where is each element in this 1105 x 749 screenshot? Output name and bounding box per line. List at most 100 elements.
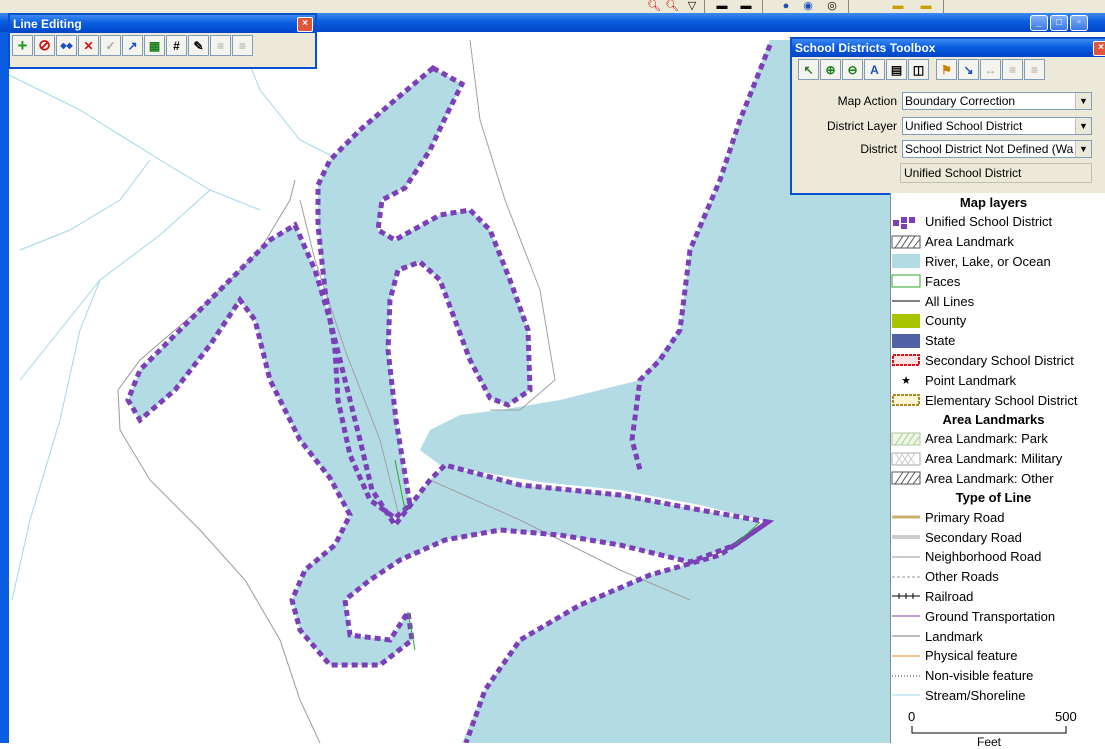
- legend-label: Area Landmark: Park: [925, 431, 1048, 447]
- secondary-road-swatch: [891, 530, 921, 544]
- other-landmark-swatch: [891, 471, 921, 485]
- legend-label: Elementary School District: [925, 392, 1078, 408]
- legend-label: Physical feature: [925, 648, 1018, 664]
- district-value: School District Not Defined (Wa: [905, 142, 1074, 156]
- legend-item: Railroad: [891, 587, 1105, 607]
- legend-item: ★ Point Landmark: [891, 370, 1105, 390]
- ground-transport-swatch: [891, 609, 921, 623]
- legend-heading-area: Area Landmarks: [942, 411, 1045, 427]
- scale-end: 500: [1055, 709, 1077, 725]
- physical-feature-swatch: [891, 649, 921, 663]
- legend-label: Area Landmark: [925, 234, 1014, 250]
- more-tools-2-icon[interactable]: ≡: [1024, 59, 1045, 80]
- line-info-icon[interactable]: ↗: [122, 35, 143, 56]
- map-action-select[interactable]: Boundary Correction ▼: [902, 92, 1092, 110]
- legend-label: Area Landmark: Military: [925, 451, 1063, 467]
- neighborhood-road-swatch: [891, 550, 921, 564]
- legend-label: Non-visible feature: [925, 668, 1034, 684]
- map-window-frame: [0, 32, 9, 743]
- legend-label: Other Roads: [925, 569, 999, 585]
- other-roads-swatch: [891, 570, 921, 584]
- chevron-down-icon[interactable]: ▼: [1075, 141, 1091, 157]
- attribute-table-icon[interactable]: ▦: [144, 35, 165, 56]
- legend-label: River, Lake, or Ocean: [925, 253, 1051, 269]
- legend-label: Secondary School District: [925, 352, 1074, 368]
- county-swatch: [891, 313, 921, 328]
- flag-icon[interactable]: ⚑: [936, 59, 957, 80]
- district-select[interactable]: School District Not Defined (Wa ▼: [902, 140, 1092, 158]
- legend-item: Faces: [891, 271, 1105, 291]
- numbering-icon[interactable]: #: [166, 35, 187, 56]
- district-layer-select[interactable]: Unified School District ▼: [902, 117, 1092, 135]
- edit-vertex-icon[interactable]: ✎: [188, 35, 209, 56]
- park-swatch: [891, 432, 921, 446]
- district-layer-label: District Layer: [826, 119, 897, 133]
- chevron-down-icon[interactable]: ▼: [1075, 93, 1091, 109]
- report-icon[interactable]: ▤: [886, 59, 907, 80]
- pointer-icon[interactable]: ↘: [958, 59, 979, 80]
- scale-line: [911, 726, 1067, 734]
- legend-item: Secondary Road: [891, 527, 1105, 547]
- district-layer-row: District Layer: [796, 116, 901, 136]
- legend-item: River, Lake, or Ocean: [891, 252, 1105, 272]
- legend-label: Secondary Road: [925, 529, 1022, 545]
- legend-item: Area Landmark: Park: [891, 429, 1105, 449]
- close-icon[interactable]: ×: [297, 17, 313, 32]
- delete-icon[interactable]: ⊘: [34, 35, 55, 56]
- more-tools-icon[interactable]: ≡: [210, 35, 231, 56]
- toolbox-tools: ↖ ⊕ ⊖ A ▤ ◫ ⚑ ↘ ↔ ≡ ≡: [792, 57, 1105, 82]
- toolbox-title: School Districts Toolbox: [795, 41, 936, 55]
- legend-item: All Lines: [891, 291, 1105, 311]
- secondary-district-swatch: [891, 353, 921, 367]
- legend-label: Unified School District: [925, 214, 1053, 230]
- district-label: District: [860, 142, 897, 156]
- district-row: District: [796, 139, 901, 159]
- legend-item: Area Landmark: Military: [891, 449, 1105, 469]
- line-editing-title: Line Editing: [13, 17, 82, 31]
- add-line-icon[interactable]: +: [12, 35, 33, 56]
- split-line-icon[interactable]: ◆◆: [56, 35, 77, 56]
- merge-icon[interactable]: ↔: [980, 59, 1001, 80]
- chevron-down-icon[interactable]: ▼: [1075, 118, 1091, 134]
- line-editing-titlebar[interactable]: Line Editing ×: [10, 15, 315, 33]
- legend-item: County: [891, 311, 1105, 331]
- legend-label: State: [925, 333, 956, 349]
- legend-heading-layers: Map layers: [959, 195, 1028, 210]
- line-editing-toolbox: Line Editing × + ⊘ ◆◆ ✕ ✓ ↗ ▦ # ✎ ≡ ≡: [8, 13, 317, 69]
- validate-icon[interactable]: ✓: [100, 35, 121, 56]
- legend-item: Secondary School District: [891, 351, 1105, 371]
- water-swatch: [891, 254, 921, 269]
- close-icon[interactable]: ×: [1093, 41, 1105, 56]
- stream-line: [11, 279, 101, 601]
- zoom-out-icon[interactable]: ⊖: [842, 59, 863, 80]
- more-tools-2-icon[interactable]: ≡: [232, 35, 253, 56]
- legend-label: Railroad: [925, 588, 974, 604]
- military-swatch: [891, 452, 921, 466]
- scale-bar: 0 500 Feet: [891, 705, 1105, 749]
- district-layer-value: Unified School District: [905, 119, 1023, 133]
- map-action-label: Map Action: [837, 94, 897, 108]
- state-swatch: [891, 333, 921, 348]
- toolbox-titlebar[interactable]: School Districts Toolbox ×: [792, 39, 1105, 57]
- legend-label: Landmark: [925, 628, 983, 644]
- more-tools-icon[interactable]: ≡: [1002, 59, 1023, 80]
- remove-node-icon[interactable]: ✕: [78, 35, 99, 56]
- page-icon[interactable]: ◫: [908, 59, 929, 80]
- non-visible-swatch: [891, 669, 921, 683]
- select-icon[interactable]: ↖: [798, 59, 819, 80]
- label-icon[interactable]: A: [864, 59, 885, 80]
- zoom-in-icon[interactable]: ⊕: [820, 59, 841, 80]
- landmark-line-swatch: [891, 629, 921, 643]
- scale-start: 0: [908, 709, 916, 725]
- legend-label: County: [925, 313, 967, 329]
- stream-shoreline-swatch: [891, 688, 921, 702]
- map-action-value: Boundary Correction: [905, 94, 1016, 108]
- legend-item: State: [891, 331, 1105, 351]
- legend-item: Physical feature: [891, 646, 1105, 666]
- legend-item: Elementary School District: [891, 390, 1105, 410]
- legend-label: Area Landmark: Other: [925, 470, 1054, 486]
- elementary-district-swatch: [891, 393, 921, 407]
- legend-label: Point Landmark: [925, 372, 1017, 388]
- stream-line: [19, 159, 151, 251]
- legend-label: Ground Transportation: [925, 608, 1056, 624]
